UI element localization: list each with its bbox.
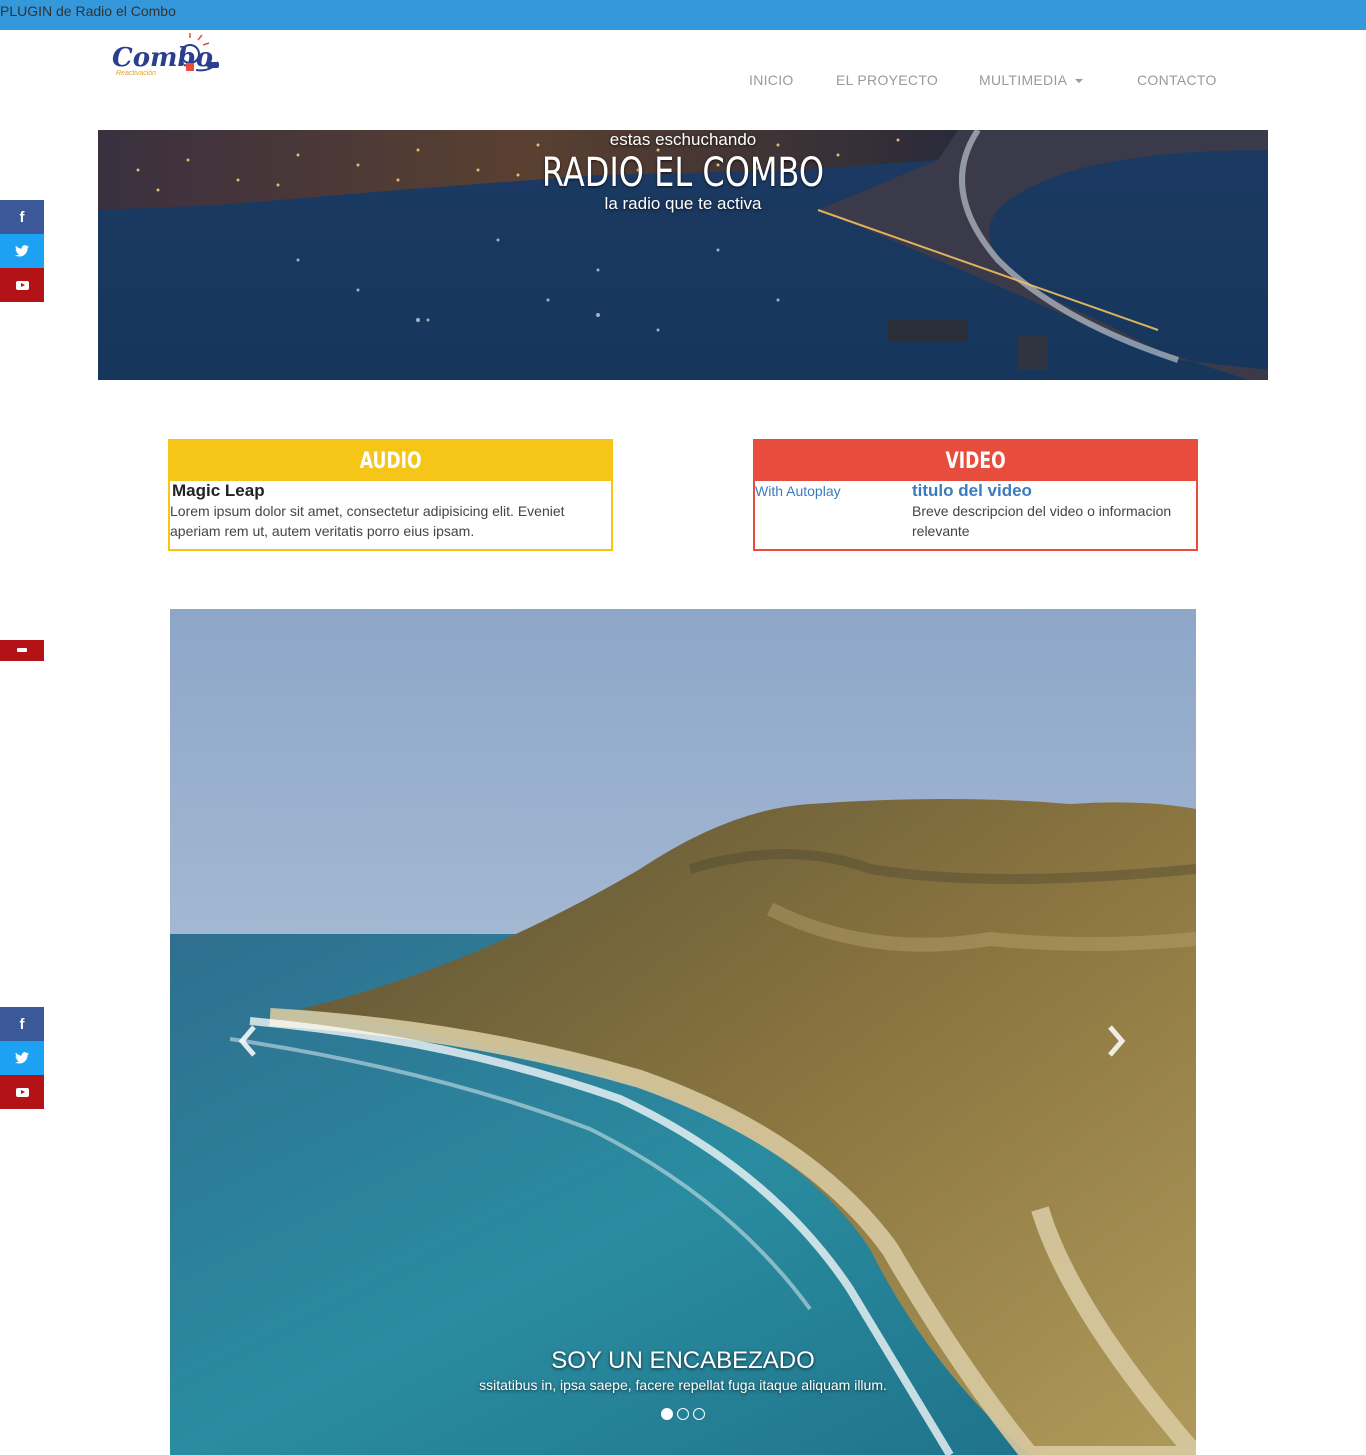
carousel-caption-title: SOY UN ENCABEZADO [551, 1347, 815, 1374]
social-bar-bottom: f [0, 1007, 44, 1109]
video-autoplay-link[interactable]: With Autoplay [755, 483, 841, 499]
youtube-stub[interactable] [0, 640, 44, 661]
video-panel: VIDEO With Autoplay titulo del video Bre… [753, 439, 1198, 551]
carousel-prev-button[interactable] [234, 1021, 264, 1061]
twitter-icon [15, 1052, 29, 1064]
caret-down-icon [1075, 79, 1084, 84]
facebook-button[interactable]: f [0, 200, 44, 234]
carousel-indicator-1[interactable] [661, 1408, 673, 1420]
image-carousel: SOY UN ENCABEZADO ssitatibus in, ipsa sa… [170, 609, 1196, 1455]
facebook-button[interactable]: f [0, 1007, 44, 1041]
hero-subtitle: la radio que te activa [604, 194, 762, 213]
audio-description: Lorem ipsum dolor sit amet, consectetur … [170, 503, 565, 539]
twitter-button[interactable] [0, 234, 44, 268]
hero-pretitle: estas eschuchando [609, 130, 757, 149]
chevron-right-icon [1108, 1025, 1126, 1057]
audio-track-title: Magic Leap [172, 481, 265, 500]
facebook-icon: f [19, 1015, 25, 1033]
audio-panel: AUDIO Magic Leap Lorem ipsum dolor sit a… [168, 439, 613, 551]
video-panel-header: VIDEO [755, 441, 1196, 481]
plugin-bar: PLUGIN de Radio el Combo [0, 0, 1366, 30]
twitter-button[interactable] [0, 1041, 44, 1075]
carousel-image [170, 609, 1196, 1455]
audio-panel-header: AUDIO [170, 441, 611, 481]
youtube-button[interactable] [0, 1075, 44, 1109]
nav-multimedia[interactable]: MULTIMEDIA [979, 72, 1084, 88]
plugin-bar-text: PLUGIN de Radio el Combo [0, 3, 176, 19]
carousel-next-button[interactable] [1100, 1021, 1130, 1061]
nav-el-proyecto[interactable]: EL PROYECTO [836, 72, 938, 88]
chevron-left-icon [238, 1025, 256, 1057]
youtube-button[interactable] [0, 268, 44, 302]
social-bar-top: f [0, 200, 44, 302]
nav-contacto[interactable]: CONTACTO [1137, 72, 1217, 88]
facebook-icon: f [19, 208, 25, 226]
carousel-indicator-3[interactable] [693, 1408, 705, 1420]
video-description: Breve descripcion del video o informacio… [912, 503, 1172, 539]
youtube-icon [15, 280, 29, 290]
carousel-caption-text: ssitatibus in, ipsa saepe, facere repell… [479, 1377, 887, 1393]
carousel-indicators [170, 1408, 1196, 1420]
hero-banner: estas eschuchando RADIO EL COMBO la radi… [98, 130, 1268, 380]
twitter-icon [15, 245, 29, 257]
hero-title: RADIO EL COMBO [541, 150, 825, 196]
video-title-link[interactable]: titulo del video [912, 481, 1032, 501]
main-nav: INICIO EL PROYECTO MULTIMEDIA CONTACTO [0, 72, 1366, 92]
nav-inicio[interactable]: INICIO [749, 72, 794, 88]
carousel-indicator-2[interactable] [677, 1408, 689, 1420]
youtube-icon [15, 1087, 29, 1097]
